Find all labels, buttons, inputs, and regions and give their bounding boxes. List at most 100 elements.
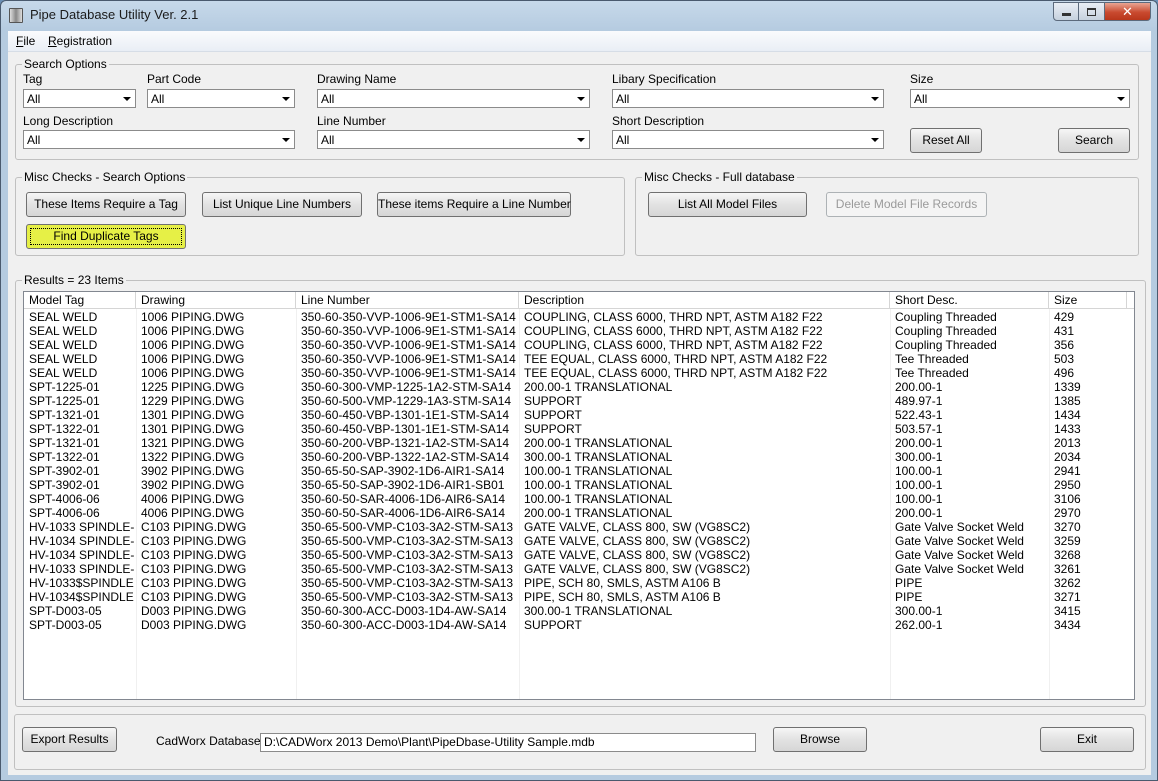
size-combo[interactable]: All [910,89,1130,108]
find-duplicate-tags-button[interactable]: Find Duplicate Tags [26,224,186,249]
chevron-down-icon[interactable] [1113,90,1129,107]
table-cell: 100.00-1 [895,464,943,478]
table-cell: SPT-1322-01 [29,422,100,436]
short-description-combo[interactable]: All [612,130,884,149]
tag-combo[interactable]: All [23,89,136,108]
table-cell: 2034 [1054,450,1081,464]
table-row[interactable]: HV-1033 SPINDLE-... C103 PIPING.DWG 350-65… [24,520,1134,534]
table-cell: 3902 PIPING.DWG [141,478,245,492]
search-button[interactable]: Search [1058,128,1130,153]
part-code-value: All [151,92,165,106]
table-row[interactable]: SPT-D003-05 D003 PIPING.DWG 350-60-300-ACC… [24,604,1134,618]
long-description-combo[interactable]: All [23,130,295,149]
table-cell: SEAL WELD [29,352,98,366]
long-description-label: Long Description [23,114,114,128]
table-cell: 356 [1054,338,1075,352]
part-code-label: Part Code [147,72,202,86]
col-size[interactable]: Size [1049,292,1127,309]
table-row[interactable]: SPT-1225-01 1225 PIPING.DWG 350-60-300-VMP… [24,380,1134,394]
table-cell: C103 PIPING.DWG [141,562,247,576]
table-row[interactable]: HV-1034 SPINDLE-... C103 PIPING.DWG 350-65… [24,548,1134,562]
col-description[interactable]: Description [519,292,890,309]
drawing-name-combo[interactable]: All [317,89,590,108]
require-line-number-button[interactable]: These items Require a Line Number [377,192,571,217]
results-table[interactable]: Model Tag Drawing Line Number Descriptio… [23,291,1135,700]
title-bar[interactable]: Pipe Database Utility Ver. 2.1 ✕ [1,1,1157,31]
table-row[interactable]: SEAL WELD 1006 PIPING.DWG 350-60-350-VVP-1… [24,352,1134,366]
app-icon[interactable] [9,8,23,23]
table-cell: 100.00-1 [895,492,943,506]
list-model-files-button[interactable]: List All Model Files [648,192,807,217]
window-title: Pipe Database Utility Ver. 2.1 [30,7,199,22]
table-cell: 350-65-500-VMP-C103-3A2-STM-SA13 [301,548,514,562]
table-cell: 350-60-350-VVP-1006-9E1-STM1-SA14 [301,310,516,324]
minimize-button[interactable] [1053,2,1079,21]
chevron-down-icon[interactable] [573,90,589,107]
table-row[interactable]: SEAL WELD 1006 PIPING.DWG 350-60-350-VVP-1… [24,338,1134,352]
menu-registration[interactable]: Registration [48,34,112,48]
table-row[interactable]: SPT-D003-05 D003 PIPING.DWG 350-60-300-ACC… [24,618,1134,632]
library-spec-combo[interactable]: All [612,89,884,108]
reset-all-button[interactable]: Reset All [910,128,982,153]
table-cell: COUPLING, CLASS 6000, THRD NPT, ASTM A18… [524,310,823,324]
chevron-down-icon[interactable] [867,90,883,107]
close-button[interactable]: ✕ [1105,2,1151,21]
chevron-down-icon[interactable] [278,90,294,107]
chevron-down-icon[interactable] [278,131,294,148]
table-cell: 200.00-1 TRANSLATIONAL [524,436,673,450]
table-row[interactable]: SEAL WELD 1006 PIPING.DWG 350-60-350-VVP-1… [24,324,1134,338]
part-code-combo[interactable]: All [147,89,295,108]
table-cell: SPT-3902-01 [29,464,100,478]
table-row[interactable]: HV-1034 SPINDLE-... C103 PIPING.DWG 350-65… [24,534,1134,548]
unique-line-numbers-button[interactable]: List Unique Line Numbers [202,192,362,217]
table-row[interactable]: SPT-1225-01 1229 PIPING.DWG 350-60-500-VMP… [24,394,1134,408]
table-row[interactable]: SPT-1322-01 1301 PIPING.DWG 350-60-450-VBP… [24,422,1134,436]
table-row[interactable]: SPT-4006-06 4006 PIPING.DWG 350-60-50-SAR-… [24,506,1134,520]
table-row[interactable]: SPT-1321-01 1301 PIPING.DWG 350-60-450-VBP… [24,408,1134,422]
results-title: Results = 23 Items [22,273,126,287]
browse-button[interactable]: Browse [773,727,867,752]
table-row[interactable]: SPT-3902-01 3902 PIPING.DWG 350-65-50-SAP-… [24,464,1134,478]
table-row[interactable]: HV-1034$SPINDLE... C103 PIPING.DWG 350-65-… [24,590,1134,604]
line-number-combo[interactable]: All [317,130,590,149]
maximize-button[interactable] [1079,2,1105,21]
table-row[interactable]: SEAL WELD 1006 PIPING.DWG 350-60-350-VVP-1… [24,310,1134,324]
table-cell: 1006 PIPING.DWG [141,352,245,366]
table-cell: PIPE [895,576,923,590]
chevron-down-icon[interactable] [573,131,589,148]
table-row[interactable]: SPT-1321-01 1321 PIPING.DWG 350-60-200-VBP… [24,436,1134,450]
database-path-field[interactable]: D:\CADWorx 2013 Demo\Plant\PipeDbase-Uti… [260,733,756,752]
require-tag-button[interactable]: These Items Require a Tag [26,192,186,217]
table-cell: 3259 [1054,534,1081,548]
table-cell: 350-60-450-VBP-1301-1E1-STM-SA14 [301,422,510,436]
col-short-desc[interactable]: Short Desc. [890,292,1049,309]
col-drawing[interactable]: Drawing [136,292,296,309]
table-cell: SPT-3902-01 [29,478,100,492]
col-line-number[interactable]: Line Number [296,292,519,309]
delete-model-records-button[interactable]: Delete Model File Records [826,192,987,217]
minimize-icon [1061,13,1071,16]
chevron-down-icon[interactable] [867,131,883,148]
table-cell: C103 PIPING.DWG [141,534,247,548]
exit-button[interactable]: Exit [1040,727,1134,752]
client-area: File Registration Search Options Tag All… [8,31,1151,775]
table-row[interactable]: SPT-4006-06 4006 PIPING.DWG 350-60-50-SAR-… [24,492,1134,506]
table-row[interactable]: SEAL WELD 1006 PIPING.DWG 350-60-350-VVP-1… [24,366,1134,380]
table-row[interactable]: HV-1033$SPINDLE... C103 PIPING.DWG 350-65-… [24,576,1134,590]
export-results-button[interactable]: Export Results [22,727,117,752]
table-cell: HV-1033 SPINDLE-... [29,562,134,576]
col-model-tag[interactable]: Model Tag [24,292,136,309]
menu-file[interactable]: File [16,34,35,48]
table-cell: SEAL WELD [29,366,98,380]
table-row[interactable]: SPT-1322-01 1322 PIPING.DWG 350-60-200-VBP… [24,450,1134,464]
table-cell: 1385 [1054,394,1081,408]
table-row[interactable]: HV-1033 SPINDLE-... C103 PIPING.DWG 350-65… [24,562,1134,576]
table-cell: SUPPORT [524,394,582,408]
table-cell: D003 PIPING.DWG [141,604,247,618]
table-cell: 1006 PIPING.DWG [141,366,245,380]
table-row[interactable]: SPT-3902-01 3902 PIPING.DWG 350-65-50-SAP-… [24,478,1134,492]
short-description-label: Short Description [612,114,705,128]
chevron-down-icon[interactable] [119,90,135,107]
table-cell: 1225 PIPING.DWG [141,380,245,394]
table-cell: 100.00-1 TRANSLATIONAL [524,464,673,478]
